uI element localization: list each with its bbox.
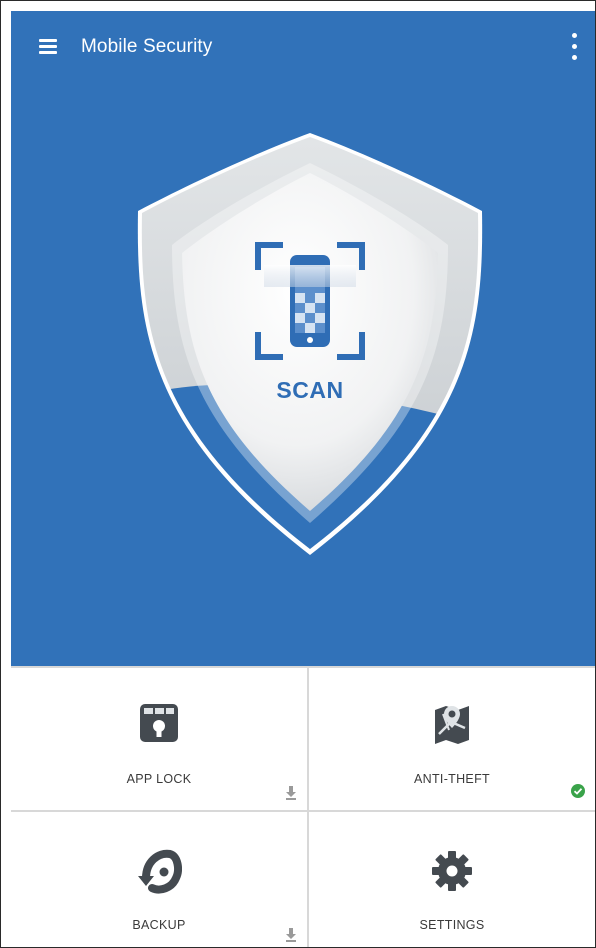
gear-icon <box>429 848 475 894</box>
hero-panel: Mobile Security SCAN <box>11 11 595 666</box>
settings-tile[interactable]: SETTINGS <box>309 812 595 947</box>
feature-grid: APP LOCK ANTI-THEFT BACKUP SETTINGS <box>11 666 595 947</box>
app-title: Mobile Security <box>81 36 213 57</box>
map-location-icon <box>429 700 475 746</box>
shield-graphic <box>137 133 483 555</box>
app-lock-label: APP LOCK <box>126 772 192 786</box>
settings-label: SETTINGS <box>419 918 485 932</box>
app-bar: Mobile Security <box>11 11 595 85</box>
scan-button[interactable]: SCAN <box>130 127 490 557</box>
more-vert-icon[interactable] <box>569 33 579 61</box>
anti-theft-label: ANTI-THEFT <box>414 772 490 786</box>
scan-label: SCAN <box>276 377 344 403</box>
anti-theft-tile[interactable]: ANTI-THEFT <box>309 666 595 812</box>
check-icon <box>571 784 585 798</box>
backup-tile[interactable]: BACKUP <box>11 812 309 947</box>
download-icon[interactable] <box>285 928 297 942</box>
app-lock-icon <box>136 700 182 746</box>
download-icon[interactable] <box>285 786 297 800</box>
backup-restore-icon <box>136 848 182 894</box>
app-frame: Mobile Security SCAN APP LOCK ANTI-THEFT… <box>0 0 596 948</box>
backup-label: BACKUP <box>132 918 186 932</box>
app-lock-tile[interactable]: APP LOCK <box>11 666 309 812</box>
hamburger-menu-icon[interactable] <box>39 39 57 54</box>
